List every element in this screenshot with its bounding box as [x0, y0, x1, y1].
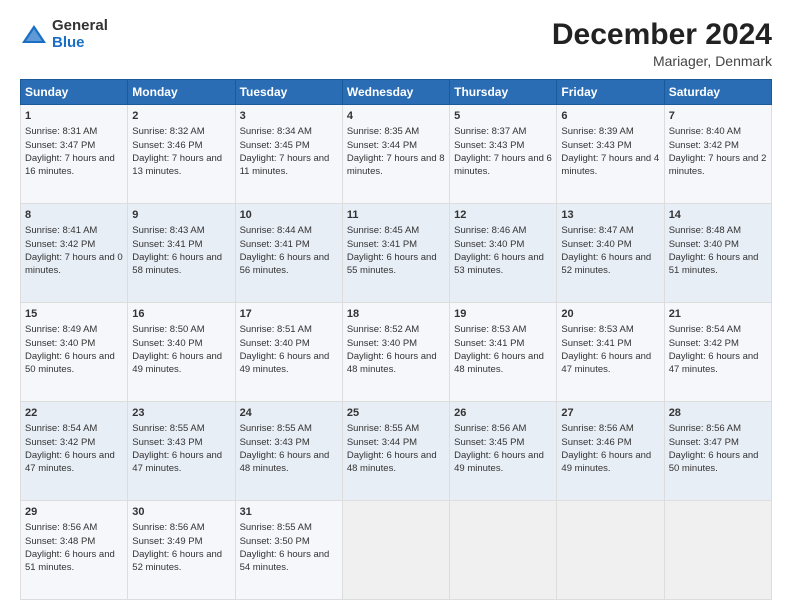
day-14: 14Sunrise: 8:48 AMSunset: 3:40 PMDayligh…: [664, 204, 771, 303]
header-row: Sunday Monday Tuesday Wednesday Thursday…: [21, 80, 772, 105]
day-30: 30Sunrise: 8:56 AMSunset: 3:49 PMDayligh…: [128, 501, 235, 600]
day-5: 5Sunrise: 8:37 AMSunset: 3:43 PMDaylight…: [450, 105, 557, 204]
location: Mariager, Denmark: [552, 53, 772, 69]
day-9: 9Sunrise: 8:43 AMSunset: 3:41 PMDaylight…: [128, 204, 235, 303]
day-12: 12Sunrise: 8:46 AMSunset: 3:40 PMDayligh…: [450, 204, 557, 303]
day-26: 26Sunrise: 8:56 AMSunset: 3:45 PMDayligh…: [450, 402, 557, 501]
day-19: 19Sunrise: 8:53 AMSunset: 3:41 PMDayligh…: [450, 303, 557, 402]
table-row: 22Sunrise: 8:54 AMSunset: 3:42 PMDayligh…: [21, 402, 772, 501]
day-23: 23Sunrise: 8:55 AMSunset: 3:43 PMDayligh…: [128, 402, 235, 501]
day-21: 21Sunrise: 8:54 AMSunset: 3:42 PMDayligh…: [664, 303, 771, 402]
col-monday: Monday: [128, 80, 235, 105]
day-15: 15Sunrise: 8:49 AMSunset: 3:40 PMDayligh…: [21, 303, 128, 402]
month-title: December 2024: [552, 18, 772, 51]
col-sunday: Sunday: [21, 80, 128, 105]
empty-cell: [342, 501, 449, 600]
logo-icon: [20, 21, 48, 49]
col-friday: Friday: [557, 80, 664, 105]
day-1: 1Sunrise: 8:31 AMSunset: 3:47 PMDaylight…: [21, 105, 128, 204]
day-11: 11Sunrise: 8:45 AMSunset: 3:41 PMDayligh…: [342, 204, 449, 303]
day-27: 27Sunrise: 8:56 AMSunset: 3:46 PMDayligh…: [557, 402, 664, 501]
empty-cell: [557, 501, 664, 600]
day-25: 25Sunrise: 8:55 AMSunset: 3:44 PMDayligh…: [342, 402, 449, 501]
col-tuesday: Tuesday: [235, 80, 342, 105]
table-row: 1Sunrise: 8:31 AMSunset: 3:47 PMDaylight…: [21, 105, 772, 204]
day-6: 6Sunrise: 8:39 AMSunset: 3:43 PMDaylight…: [557, 105, 664, 204]
day-2: 2Sunrise: 8:32 AMSunset: 3:46 PMDaylight…: [128, 105, 235, 204]
col-saturday: Saturday: [664, 80, 771, 105]
calendar: Sunday Monday Tuesday Wednesday Thursday…: [20, 79, 772, 600]
day-17: 17Sunrise: 8:51 AMSunset: 3:40 PMDayligh…: [235, 303, 342, 402]
table-row: 8Sunrise: 8:41 AMSunset: 3:42 PMDaylight…: [21, 204, 772, 303]
day-29: 29Sunrise: 8:56 AMSunset: 3:48 PMDayligh…: [21, 501, 128, 600]
table-row: 29Sunrise: 8:56 AMSunset: 3:48 PMDayligh…: [21, 501, 772, 600]
day-28: 28Sunrise: 8:56 AMSunset: 3:47 PMDayligh…: [664, 402, 771, 501]
day-18: 18Sunrise: 8:52 AMSunset: 3:40 PMDayligh…: [342, 303, 449, 402]
empty-cell: [664, 501, 771, 600]
day-3: 3Sunrise: 8:34 AMSunset: 3:45 PMDaylight…: [235, 105, 342, 204]
header: General Blue December 2024 Mariager, Den…: [20, 18, 772, 69]
page: General Blue December 2024 Mariager, Den…: [0, 0, 792, 612]
day-20: 20Sunrise: 8:53 AMSunset: 3:41 PMDayligh…: [557, 303, 664, 402]
table-row: 15Sunrise: 8:49 AMSunset: 3:40 PMDayligh…: [21, 303, 772, 402]
day-10: 10Sunrise: 8:44 AMSunset: 3:41 PMDayligh…: [235, 204, 342, 303]
logo: General Blue: [20, 18, 108, 51]
day-13: 13Sunrise: 8:47 AMSunset: 3:40 PMDayligh…: [557, 204, 664, 303]
day-8: 8Sunrise: 8:41 AMSunset: 3:42 PMDaylight…: [21, 204, 128, 303]
day-16: 16Sunrise: 8:50 AMSunset: 3:40 PMDayligh…: [128, 303, 235, 402]
logo-blue: Blue: [52, 35, 108, 52]
col-thursday: Thursday: [450, 80, 557, 105]
day-4: 4Sunrise: 8:35 AMSunset: 3:44 PMDaylight…: [342, 105, 449, 204]
logo-text: General Blue: [52, 18, 108, 51]
day-24: 24Sunrise: 8:55 AMSunset: 3:43 PMDayligh…: [235, 402, 342, 501]
logo-general: General: [52, 18, 108, 35]
day-31: 31Sunrise: 8:55 AMSunset: 3:50 PMDayligh…: [235, 501, 342, 600]
col-wednesday: Wednesday: [342, 80, 449, 105]
day-7: 7Sunrise: 8:40 AMSunset: 3:42 PMDaylight…: [664, 105, 771, 204]
empty-cell: [450, 501, 557, 600]
day-22: 22Sunrise: 8:54 AMSunset: 3:42 PMDayligh…: [21, 402, 128, 501]
title-block: December 2024 Mariager, Denmark: [552, 18, 772, 69]
